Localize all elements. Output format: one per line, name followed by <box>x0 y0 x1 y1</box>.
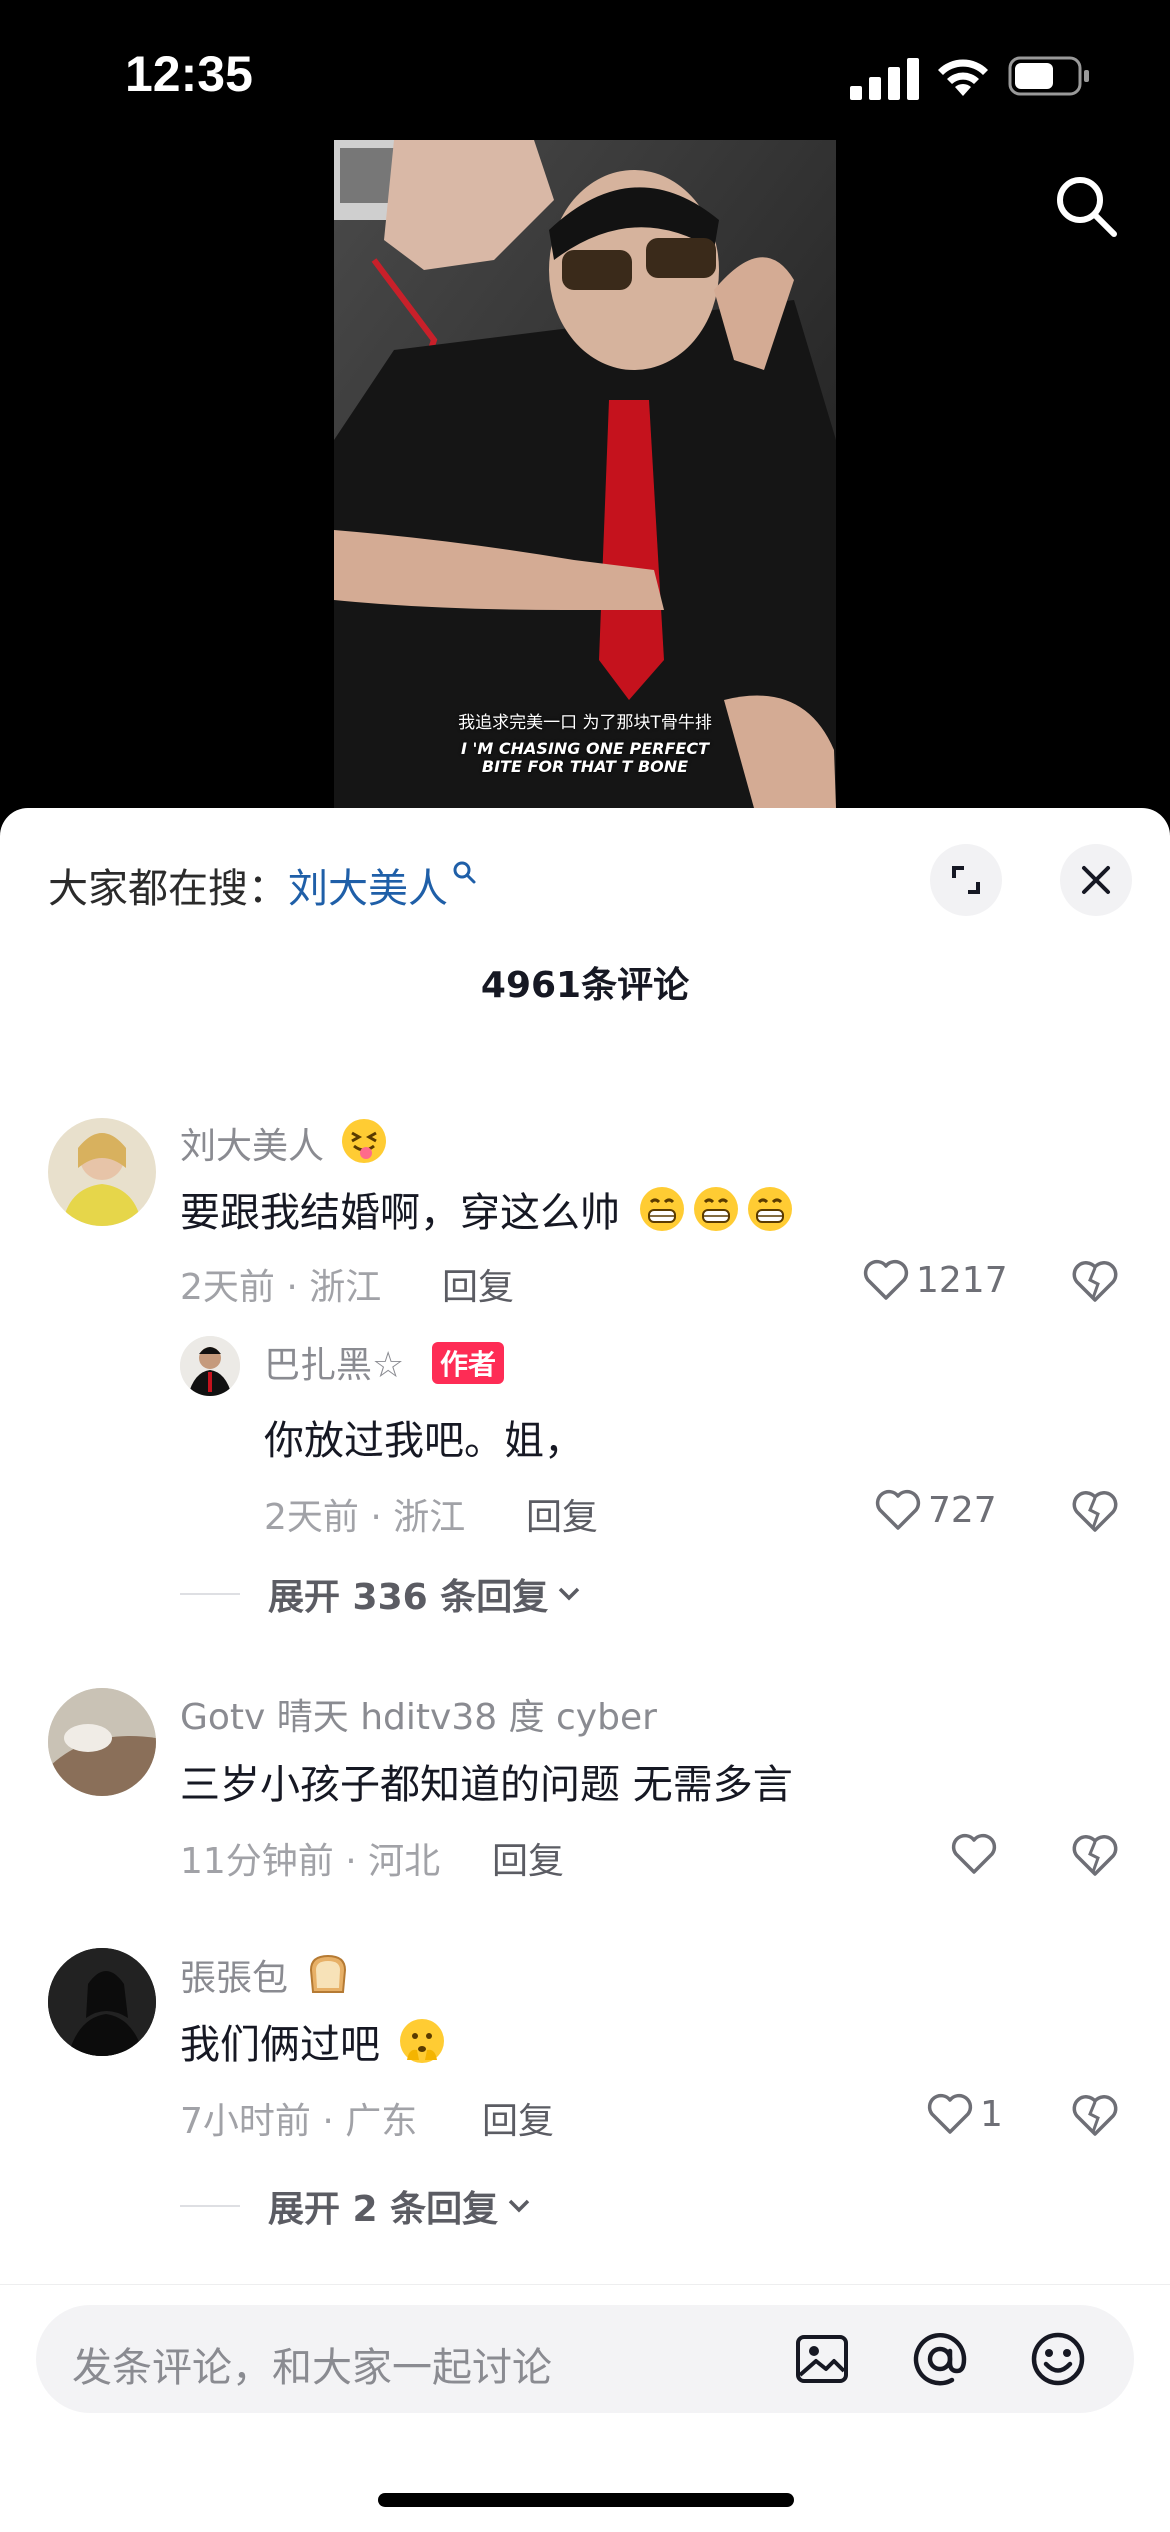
expand-replies-label: 展开 336 条回复 <box>268 1577 549 1618</box>
grin-emoji-icon <box>693 1187 738 1231</box>
avatar[interactable] <box>48 1688 156 1796</box>
close-icon <box>1082 866 1110 894</box>
reply-button[interactable]: 回复 <box>442 1258 514 1310</box>
wifi-icon <box>938 59 988 96</box>
like-button[interactable] <box>950 1832 1004 1876</box>
video-subtitle-cn: 我追求完美一口 为了那块T骨牛排 <box>458 713 712 733</box>
grin-emoji-icon <box>747 1187 792 1231</box>
comment-sheet: 大家都在搜：刘大美人 4961条评论 刘大美人 要跟我结婚啊，穿这么帅 2天前 … <box>0 808 1170 2532</box>
comment-username[interactable]: 刘大美人 <box>180 1116 389 1169</box>
avatar[interactable] <box>180 1336 240 1396</box>
avatar[interactable] <box>48 1118 156 1226</box>
battery-icon <box>1008 56 1089 96</box>
like-count: 1 <box>980 2093 1003 2135</box>
status-bar: 12:35 <box>0 0 1170 140</box>
comment-input[interactable]: 发条评论，和大家一起讨论 <box>36 2305 1134 2413</box>
dislike-icon[interactable] <box>1070 1488 1120 1534</box>
expand-icon <box>952 866 980 894</box>
comment-item: 刘大美人 要跟我结婚啊，穿这么帅 2天前 · 浙江 回复 1217 巴扎黑☆ 作… <box>0 1108 1170 1668</box>
mention-icon[interactable] <box>910 2329 970 2389</box>
avatar[interactable] <box>48 1948 156 2056</box>
comment-input-bar: 发条评论，和大家一起讨论 <box>0 2284 1170 2532</box>
home-indicator[interactable] <box>378 2493 794 2507</box>
comment-username[interactable]: 張張包 <box>180 1948 353 2001</box>
cellular-signal-icon <box>850 58 919 100</box>
chevron-down-icon <box>558 1587 580 1601</box>
tongue-emoji-icon <box>342 1119 387 1163</box>
reply-button[interactable]: 回复 <box>482 2092 554 2144</box>
reply-text: 你放过我吧。姐， <box>264 1418 584 1464</box>
expand-replies-button[interactable]: 展开 2 条回复 <box>180 2180 534 2232</box>
like-button[interactable]: 1217 <box>862 1258 1008 1302</box>
comment-text: 要跟我结婚啊，穿这么帅 <box>180 1180 795 1238</box>
video-player[interactable]: 我追求完美一口 为了那块T骨牛排 I 'M CHASING ONE PERFEC… <box>334 140 836 808</box>
heart-icon <box>875 1489 921 1530</box>
like-count: 1217 <box>916 1259 1008 1301</box>
dislike-icon[interactable] <box>1070 1258 1120 1304</box>
expand-replies-label: 展开 2 条回复 <box>268 2189 499 2230</box>
reply-button[interactable]: 回复 <box>526 1488 598 1540</box>
comment-text: 我们俩过吧 <box>180 2012 447 2070</box>
dislike-icon[interactable] <box>1070 2092 1120 2138</box>
trending-keyword[interactable]: 刘大美人 <box>288 866 448 912</box>
search-icon[interactable] <box>1050 170 1122 242</box>
emoji-icon[interactable] <box>1028 2329 1088 2389</box>
comment-meta: 7小时前 · 广东 <box>180 2101 418 2142</box>
comment-username[interactable]: Gotv 晴天 hditv38 度 cyber <box>180 1688 657 1740</box>
like-button[interactable]: 727 <box>874 1488 997 1532</box>
comment-meta: 2天前 · 浙江 <box>180 1267 382 1308</box>
search-small-icon <box>453 861 476 884</box>
heart-icon <box>927 2093 973 2134</box>
grin-emoji-icon <box>639 1187 684 1231</box>
heart-icon <box>863 1259 909 1300</box>
reply-username[interactable]: 巴扎黑☆ <box>264 1336 404 1388</box>
like-button[interactable]: 1 <box>926 2092 1003 2136</box>
comment-text: 三岁小孩子都知道的问题 无需多言 <box>180 1762 793 1808</box>
divider-line <box>180 1593 240 1595</box>
close-button[interactable] <box>1060 844 1132 916</box>
dislike-icon[interactable] <box>1070 1832 1120 1878</box>
expand-replies-button[interactable]: 展开 336 条回复 <box>180 1568 584 1620</box>
shushing-emoji-icon <box>399 2019 444 2063</box>
trending-search[interactable]: 大家都在搜：刘大美人 <box>48 856 478 914</box>
heart-icon <box>951 1833 997 1874</box>
comment-item: Gotv 晴天 hditv38 度 cyber 三岁小孩子都知道的问题 无需多言… <box>0 1688 1170 1928</box>
divider-line <box>180 2205 240 2207</box>
comment-item: 張張包 我们俩过吧 7小时前 · 广东 回复 1 展开 2 条回复 <box>0 1948 1170 2288</box>
author-badge: 作者 <box>432 1342 505 1384</box>
video-subtitle-en: I 'M CHASING ONE PERFECT BITE FOR THAT T… <box>461 739 709 776</box>
comment-meta: 11分钟前 · 河北 <box>180 1841 441 1882</box>
reply-button[interactable]: 回复 <box>492 1832 564 1884</box>
chevron-down-icon <box>508 2199 530 2213</box>
like-count: 727 <box>928 1489 997 1531</box>
bread-emoji-icon <box>310 1954 347 1993</box>
fullscreen-button[interactable] <box>930 844 1002 916</box>
trending-prefix: 大家都在搜： <box>48 866 288 912</box>
status-time: 12:35 <box>125 46 253 102</box>
comment-input-placeholder: 发条评论，和大家一起讨论 <box>72 2345 552 2391</box>
comment-count: 4961条评论 <box>480 965 690 1006</box>
image-icon[interactable] <box>792 2329 852 2389</box>
reply-meta: 2天前 · 浙江 <box>264 1497 466 1538</box>
